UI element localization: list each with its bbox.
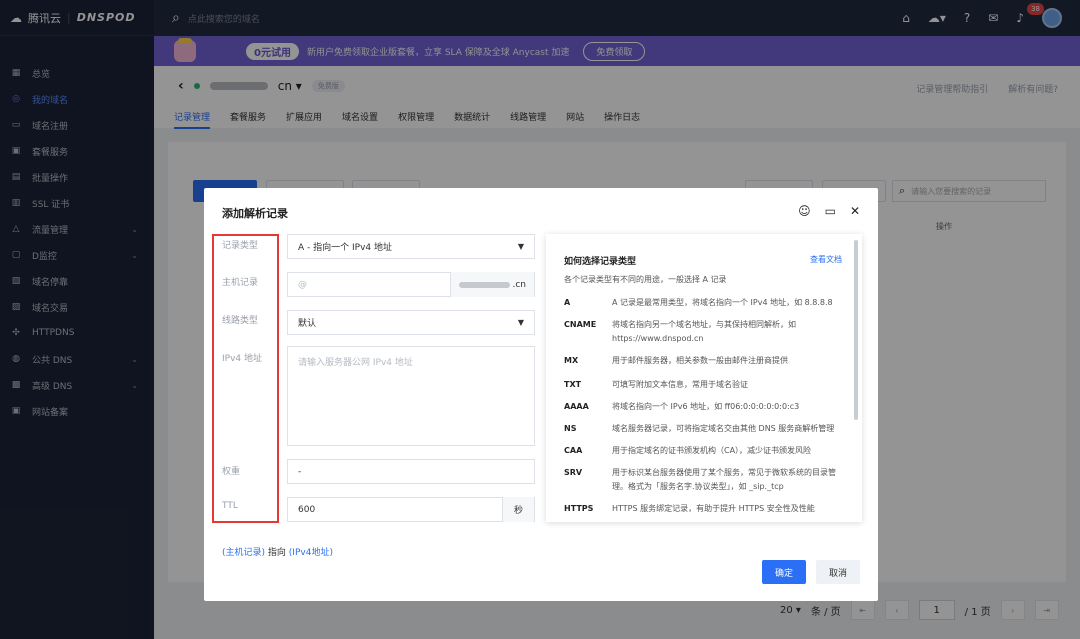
record-type-description: 将域名指向一个 IPv6 地址，如 ff06:0:0:0:0:0:0:c3 xyxy=(612,402,800,411)
record-type-select[interactable]: A - 指向一个 IPv4 地址 ▼ xyxy=(287,234,535,259)
minimize-icon[interactable]: ▭ xyxy=(825,204,836,218)
ttl-unit: 秒 xyxy=(502,497,534,522)
host-domain-suffix: .cn xyxy=(450,272,534,297)
caret-down-icon: ▼ xyxy=(517,242,524,251)
ipv4-textarea[interactable]: 请输入服务器公网 IPv4 地址 xyxy=(287,346,535,446)
weight-label: 权重 xyxy=(222,467,241,477)
record-type-row: MX 用于邮件服务器，相关参数一般由邮件注册商提供 xyxy=(564,354,844,368)
record-type-list: A A 记录是最常用类型，将域名指向一个 IPv4 地址，如 8.8.8.8 CNA… xyxy=(564,296,844,522)
cancel-button[interactable]: 取消 xyxy=(816,560,860,584)
record-type-help-panel: 如何选择记录类型 查看文档 各个记录类型有不同的用途，一般选择 A 记录 A A … xyxy=(546,234,862,522)
record-type-description: 域名服务器记录，可将指定域名交由其他 DNS 服务商解析管理 xyxy=(612,424,835,433)
record-type-key: MX xyxy=(564,356,579,365)
record-type-key: AAAA xyxy=(564,402,589,411)
record-type-description: HTTPS 服务绑定记录，有助于提升 HTTPS 安全性及性能 xyxy=(612,504,815,513)
record-type-description: A 记录是最常用类型，将域名指向一个 IPv4 地址，如 8.8.8.8 xyxy=(612,298,833,307)
record-type-key: NS xyxy=(564,424,577,433)
record-type-description: 用于指定域名的证书颁发机构（CA），减少证书颁发风险 xyxy=(612,446,812,455)
feedback-icon[interactable]: ☺ xyxy=(798,204,811,218)
record-type-row: AAAA 将域名指向一个 IPv6 地址，如 ff06:0:0:0:0:0:0:c… xyxy=(564,400,844,414)
help-title: 如何选择记录类型 xyxy=(564,257,637,267)
record-type-description: 用于标识某台服务器使用了某个服务，常见于微软系统的目录管理。格式为「服务名字.协… xyxy=(612,468,836,491)
record-type-key: A xyxy=(564,298,571,307)
ttl-input[interactable]: 600 秒 xyxy=(287,497,535,522)
confirm-button[interactable]: 确定 xyxy=(762,560,806,584)
record-type-key: HTTPS xyxy=(564,504,594,513)
view-docs-link[interactable]: 查看文档 xyxy=(810,254,842,265)
record-type-key: CAA xyxy=(564,446,583,455)
help-description: 各个记录类型有不同的用途，一般选择 A 记录 xyxy=(564,275,727,284)
add-record-dialog: 添加解析记录 ☺ ▭ ✕ 记录类型 主机记录 线路类型 IPv4 地址 权重 T… xyxy=(204,188,878,601)
caret-down-icon: ▼ xyxy=(517,318,524,327)
line-select[interactable]: 默认 ▼ xyxy=(287,310,535,335)
record-type-description: 将域名指向另一个域名地址，与其保持相同解析，如 https://www.dnsp… xyxy=(612,320,796,343)
ipv4-label: IPv4 地址 xyxy=(222,354,262,364)
help-scrollbar[interactable] xyxy=(854,240,858,420)
record-type-description: 用于邮件服务器，相关参数一般由邮件注册商提供 xyxy=(612,356,788,365)
record-type-row: SRV 用于标识某台服务器使用了某个服务，常见于微软系统的目录管理。格式为「服务名… xyxy=(564,466,844,494)
record-type-key: SRV xyxy=(564,468,583,477)
record-type-row: HTTPS HTTPS 服务绑定记录，有助于提升 HTTPS 安全性及性能 xyxy=(564,502,844,516)
record-type-key: CNAME xyxy=(564,320,597,329)
record-type-row: CNAME 将域名指向另一个域名地址，与其保持相同解析，如 https://www… xyxy=(564,318,844,346)
line-label: 线路类型 xyxy=(222,316,259,326)
record-type-row: CAA 用于指定域名的证书颁发机构（CA），减少证书颁发风险 xyxy=(564,444,844,458)
weight-input[interactable]: - xyxy=(287,459,535,484)
ttl-label: TTL xyxy=(222,501,238,511)
record-type-row: NS 域名服务器记录，可将指定域名交由其他 DNS 服务商解析管理 xyxy=(564,422,844,436)
host-input[interactable]: @ .cn xyxy=(287,272,535,297)
record-type-label: 记录类型 xyxy=(222,241,259,251)
record-preview-hint: (主机记录) 指向 (IPv4地址) xyxy=(222,548,333,558)
record-type-key: TXT xyxy=(564,380,582,389)
dialog-title: 添加解析记录 xyxy=(222,207,288,220)
host-label: 主机记录 xyxy=(222,278,259,288)
record-type-description: 可填写附加文本信息，常用于域名验证 xyxy=(612,380,748,389)
close-icon[interactable]: ✕ xyxy=(850,204,860,218)
record-type-row: A A 记录是最常用类型，将域名指向一个 IPv4 地址，如 8.8.8.8 xyxy=(564,296,844,310)
record-type-row: TXT 可填写附加文本信息，常用于域名验证 xyxy=(564,378,844,392)
